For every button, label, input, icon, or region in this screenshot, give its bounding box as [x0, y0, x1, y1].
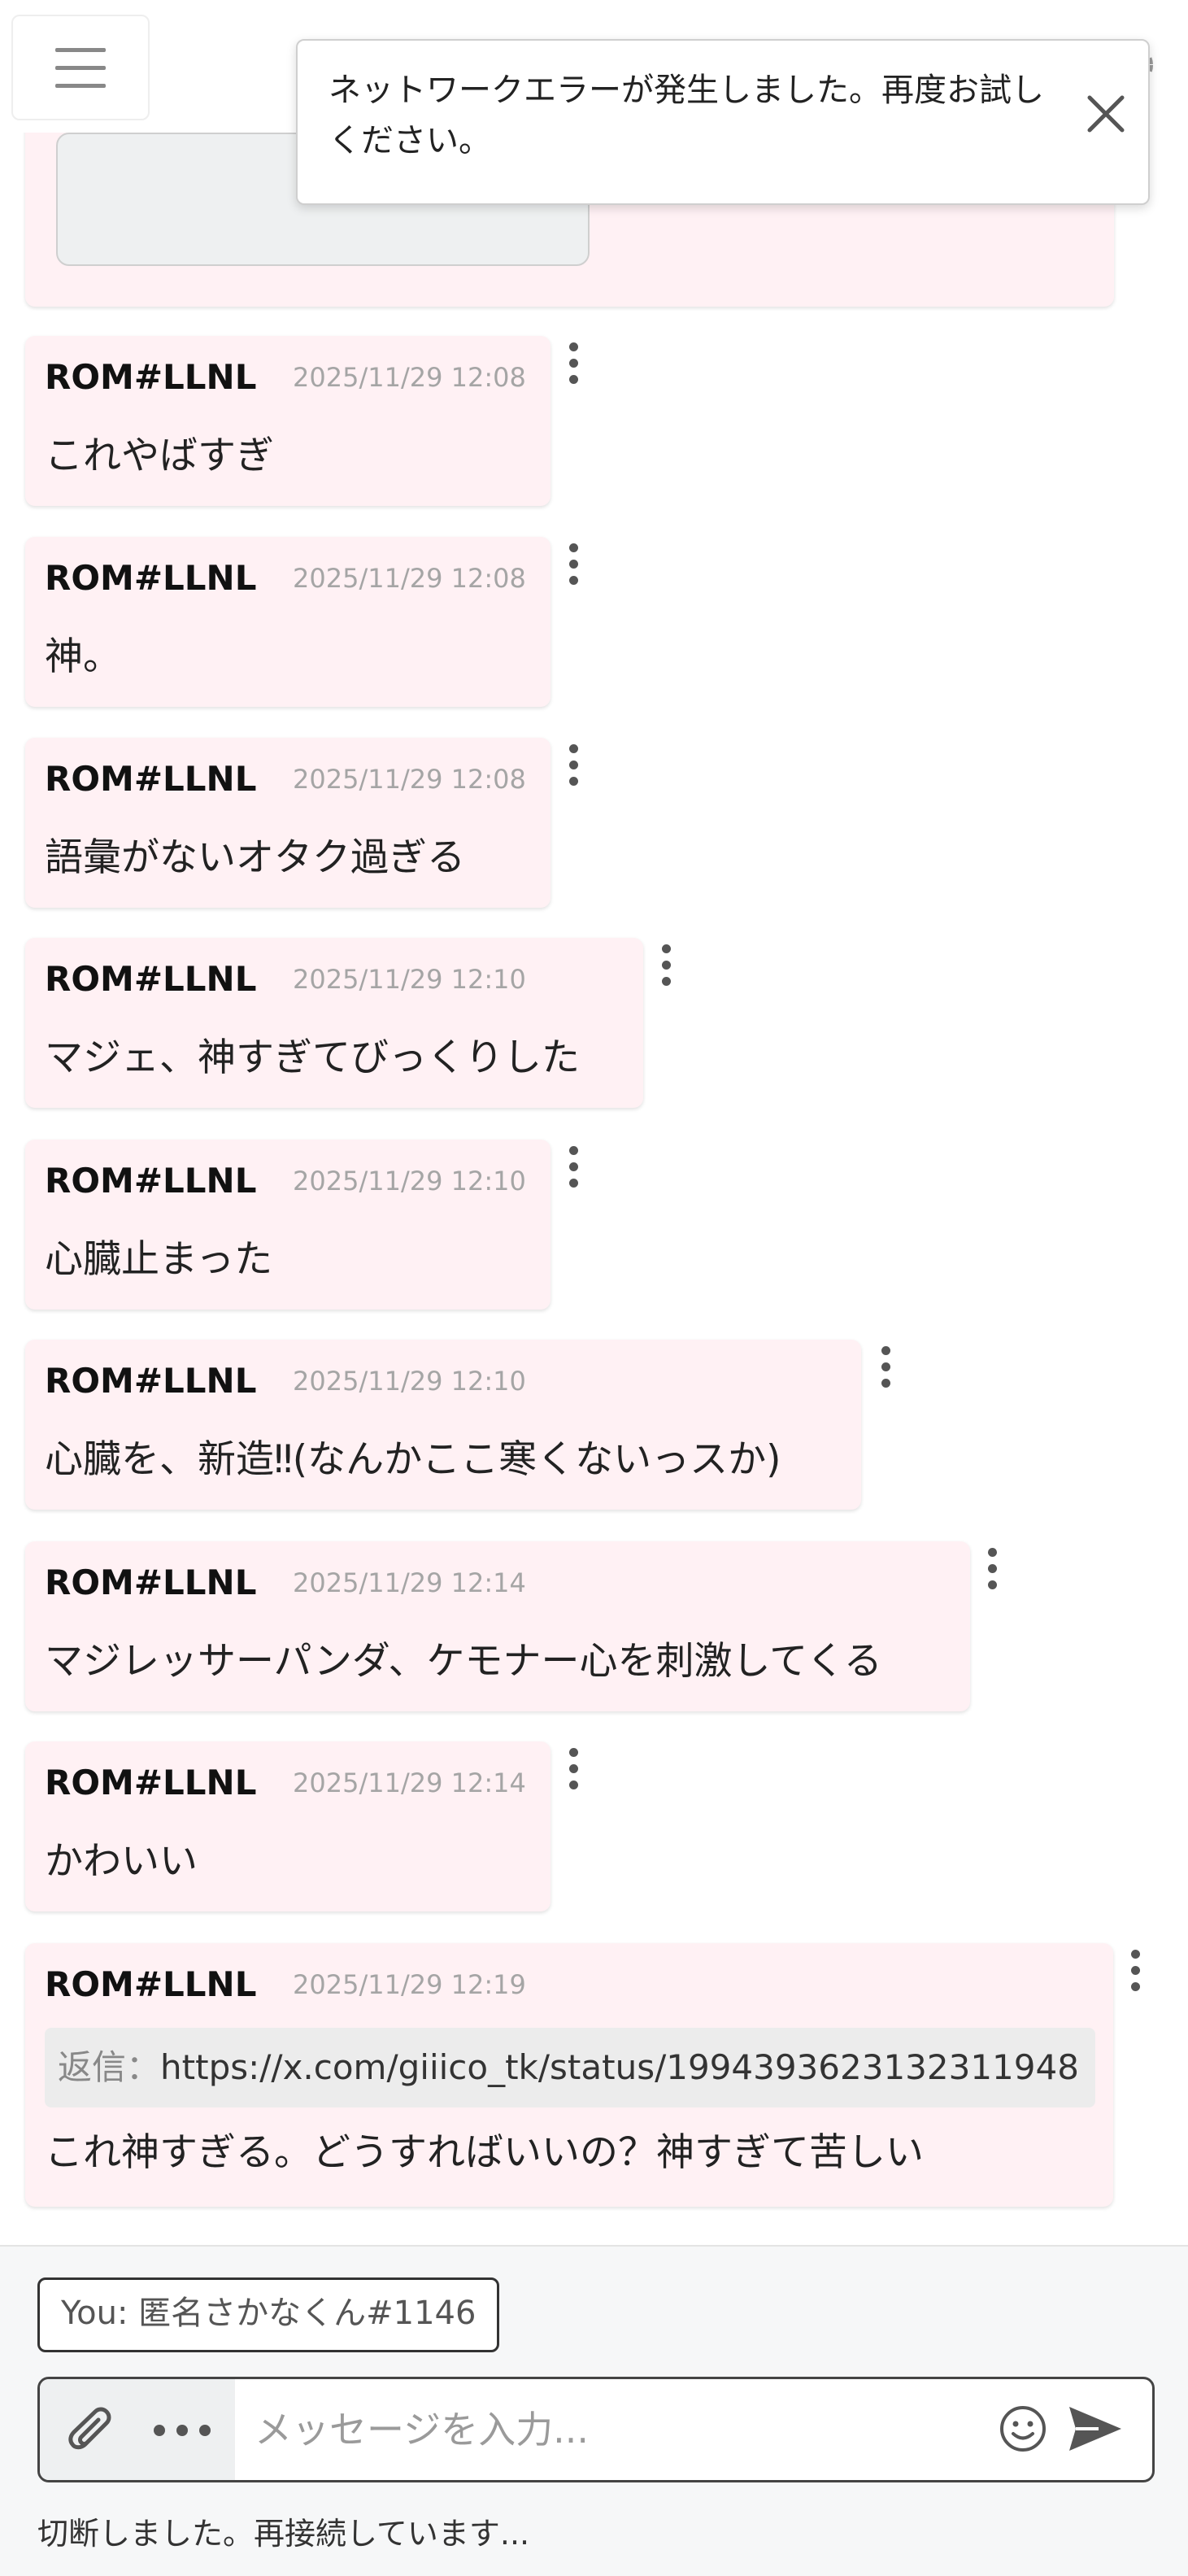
reply-label: 返信：	[58, 2047, 161, 2087]
message-options-icon[interactable]	[986, 1548, 998, 1592]
menu-icon-line	[55, 84, 106, 88]
message-options-icon[interactable]	[568, 744, 579, 788]
attachment-zone	[40, 2379, 235, 2480]
chat-message: ROM#LLNL 2025/11/29 12:08 これやばすぎ	[25, 336, 550, 506]
message-timestamp: 2025/11/29 12:08	[293, 563, 526, 594]
message-options-icon[interactable]	[660, 944, 672, 988]
message-text: マジレッサーパンダ、ケモナー心を刺激してくる	[45, 1639, 882, 1684]
message-author[interactable]: ROM#LLNL	[45, 357, 256, 397]
message-timestamp: 2025/11/29 12:14	[293, 1767, 526, 1798]
message-author[interactable]: ROM#LLNL	[45, 1964, 256, 2004]
more-options-icon[interactable]	[154, 2425, 215, 2436]
message-text: これ神すぎる。どうすればいいの？神すぎて苦しい	[45, 2130, 924, 2175]
message-author[interactable]: ROM#LLNL	[45, 959, 256, 999]
message-text: 神。	[45, 634, 121, 679]
message-author[interactable]: ROM#LLNL	[45, 1361, 256, 1401]
close-icon[interactable]	[1081, 89, 1130, 138]
message-text: 心臓止まった	[45, 1237, 273, 1282]
message-text: これやばすぎ	[45, 434, 274, 478]
message-composer	[37, 2377, 1155, 2482]
message-text: 心臓を、新造‼(なんかここ寒くないっスか)	[45, 1437, 781, 1482]
message-options-icon[interactable]	[568, 1146, 579, 1190]
message-timestamp: 2025/11/29 12:08	[293, 362, 526, 393]
chat-messages[interactable]: ROM#LLNL 2025/11/29 12:08 これやばすぎ ROM#LLN…	[0, 133, 1188, 2245]
message-timestamp: 2025/11/29 12:10	[293, 1166, 526, 1196]
chat-message: ROM#LLNL 2025/11/29 12:10 マジェ、神すぎてびっくりした	[25, 938, 643, 1108]
chat-message: ROM#LLNL 2025/11/29 12:14 かわいい	[25, 1741, 550, 1911]
chat-message: ROM#LLNL 2025/11/29 12:14 マジレッサーパンダ、ケモナー…	[25, 1541, 970, 1711]
message-options-icon[interactable]	[1129, 1950, 1141, 1994]
connection-status: 切断しました。再接続しています...	[37, 2516, 530, 2552]
paperclip-icon[interactable]	[58, 2400, 116, 2459]
error-toast: ネットワークエラーが発生しました。再度お試しください。	[296, 39, 1150, 205]
message-timestamp: 2025/11/29 12:08	[293, 764, 526, 795]
message-options-icon[interactable]	[568, 342, 579, 386]
message-timestamp: 2025/11/29 12:10	[293, 964, 526, 995]
message-text: かわいい	[45, 1839, 198, 1884]
emoji-icon[interactable]	[998, 2404, 1048, 2454]
composer-area: You: 匿名さかなくん#1146 切断しました。再接続しています...	[0, 2245, 1188, 2576]
message-text: マジェ、神すぎてびっくりした	[45, 1035, 580, 1080]
message-options-icon[interactable]	[880, 1346, 891, 1390]
chat-message: ROM#LLNL 2025/11/29 12:08 語彙がないオタク過ぎる	[25, 738, 550, 908]
chat-message: ROM#LLNL 2025/11/29 12:19 返信：https://x.c…	[25, 1943, 1113, 2207]
message-timestamp: 2025/11/29 12:14	[293, 1567, 526, 1598]
message-author[interactable]: ROM#LLNL	[45, 1763, 256, 1802]
reply-quote[interactable]: 返信：https://x.com/giiico_tk/status/199439…	[45, 2028, 1095, 2107]
message-timestamp: 2025/11/29 12:19	[293, 1969, 526, 2000]
reply-url[interactable]: https://x.com/giiico_tk/status/199439362…	[160, 2047, 1079, 2087]
message-text: 語彙がないオタク過ぎる	[45, 835, 465, 880]
chat-message: ROM#LLNL 2025/11/29 12:08 神。	[25, 537, 550, 707]
message-options-icon[interactable]	[568, 543, 579, 587]
chat-message: ROM#LLNL 2025/11/29 12:10 心臓を、新造‼(なんかここ寒…	[25, 1340, 861, 1510]
toast-message: ネットワークエラーが発生しました。再度お試しください。	[329, 72, 1044, 159]
message-author[interactable]: ROM#LLNL	[45, 759, 256, 799]
message-author[interactable]: ROM#LLNL	[45, 558, 256, 598]
message-options-icon[interactable]	[568, 1748, 579, 1792]
current-user-badge[interactable]: You: 匿名さかなくん#1146	[37, 2277, 500, 2352]
message-author[interactable]: ROM#LLNL	[45, 1563, 256, 1602]
menu-icon-line	[55, 66, 106, 70]
menu-icon	[55, 48, 106, 52]
message-timestamp: 2025/11/29 12:10	[293, 1366, 526, 1397]
send-icon[interactable]	[1066, 2402, 1125, 2456]
menu-button[interactable]	[11, 15, 150, 120]
message-author[interactable]: ROM#LLNL	[45, 1161, 256, 1201]
message-input[interactable]	[253, 2386, 1020, 2474]
chat-message: ROM#LLNL 2025/11/29 12:10 心臓止まった	[25, 1140, 550, 1310]
